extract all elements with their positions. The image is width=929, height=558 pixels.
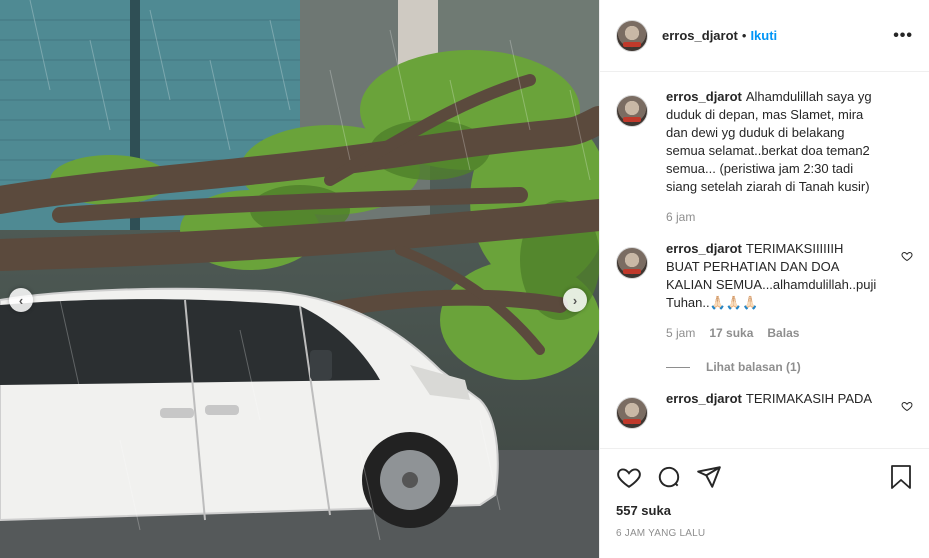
chevron-left-icon: ‹	[18, 292, 24, 308]
photo-illustration	[0, 0, 599, 558]
comment-username[interactable]: erros_djarot	[666, 89, 742, 104]
avatar[interactable]	[616, 19, 648, 52]
comment-meta: 5 jam 17 suka Balas	[666, 324, 878, 342]
comment-time[interactable]: 5 jam	[666, 324, 695, 342]
comment-body: erros_djarot TERIMAKASIH PADA	[666, 390, 878, 429]
avatar[interactable]	[616, 95, 648, 127]
comments-list[interactable]: erros_djarot Alhamdulillah saya yg duduk …	[600, 72, 929, 448]
like-heart-icon[interactable]	[616, 464, 642, 490]
header-username[interactable]: erros_djarot	[662, 28, 738, 43]
partial-comment: erros_djarot TERIMAKASIH PADA	[616, 390, 913, 429]
bookmark-icon[interactable]	[889, 464, 913, 490]
replies-divider	[666, 366, 690, 368]
comment-text: Alhamdulillah saya yg duduk di depan, ma…	[666, 89, 872, 194]
view-replies-button[interactable]: Lihat balasan (1)	[666, 360, 913, 374]
caption-comment: erros_djarot Alhamdulillah saya yg duduk …	[616, 88, 913, 226]
action-bar: 557 suka 6 JAM YANG LALU	[600, 448, 929, 558]
post-header: erros_djarot • Ikuti •••	[600, 0, 929, 72]
heart-outline-icon[interactable]	[901, 400, 913, 415]
avatar[interactable]	[616, 397, 648, 429]
post-container: ‹ › erros_djarot • Ikuti ••• erros_djaro…	[0, 0, 929, 558]
comment-body: erros_djarot Alhamdulillah saya yg duduk …	[666, 88, 878, 226]
avatar[interactable]	[616, 247, 648, 279]
share-paper-plane-icon[interactable]	[696, 464, 722, 490]
likes-count[interactable]: 557 suka	[616, 503, 913, 518]
comment-time[interactable]: 6 jam	[666, 208, 695, 226]
comment-username[interactable]: erros_djarot	[666, 391, 742, 406]
next-photo-button[interactable]: ›	[563, 288, 587, 312]
post-photo[interactable]: ‹ ›	[0, 0, 599, 558]
reply-button[interactable]: Balas	[767, 324, 799, 342]
comment-bubble-icon[interactable]	[656, 464, 682, 490]
comment-body: erros_djarot TERIMAKSIIIIIIH BUAT PERHATI…	[666, 240, 878, 342]
follow-button[interactable]: Ikuti	[750, 28, 777, 43]
comment-username[interactable]: erros_djarot	[666, 241, 742, 256]
comment-meta: 6 jam	[666, 208, 878, 226]
comment-likes[interactable]: 17 suka	[709, 324, 753, 342]
more-options-icon[interactable]: •••	[893, 27, 913, 45]
side-panel: erros_djarot • Ikuti ••• erros_djarot Alh…	[599, 0, 929, 558]
heart-outline-icon[interactable]	[901, 250, 913, 265]
post-timestamp[interactable]: 6 JAM YANG LALU	[616, 528, 913, 539]
comment-text: TERIMAKASIH PADA	[745, 391, 873, 406]
separator-dot: •	[741, 28, 747, 43]
reply-comment: erros_djarot TERIMAKSIIIIIIH BUAT PERHATI…	[616, 240, 913, 342]
chevron-right-icon: ›	[572, 292, 578, 308]
view-replies-label: Lihat balasan (1)	[706, 360, 801, 374]
action-icons	[616, 457, 913, 497]
previous-photo-button[interactable]: ‹	[9, 288, 33, 312]
